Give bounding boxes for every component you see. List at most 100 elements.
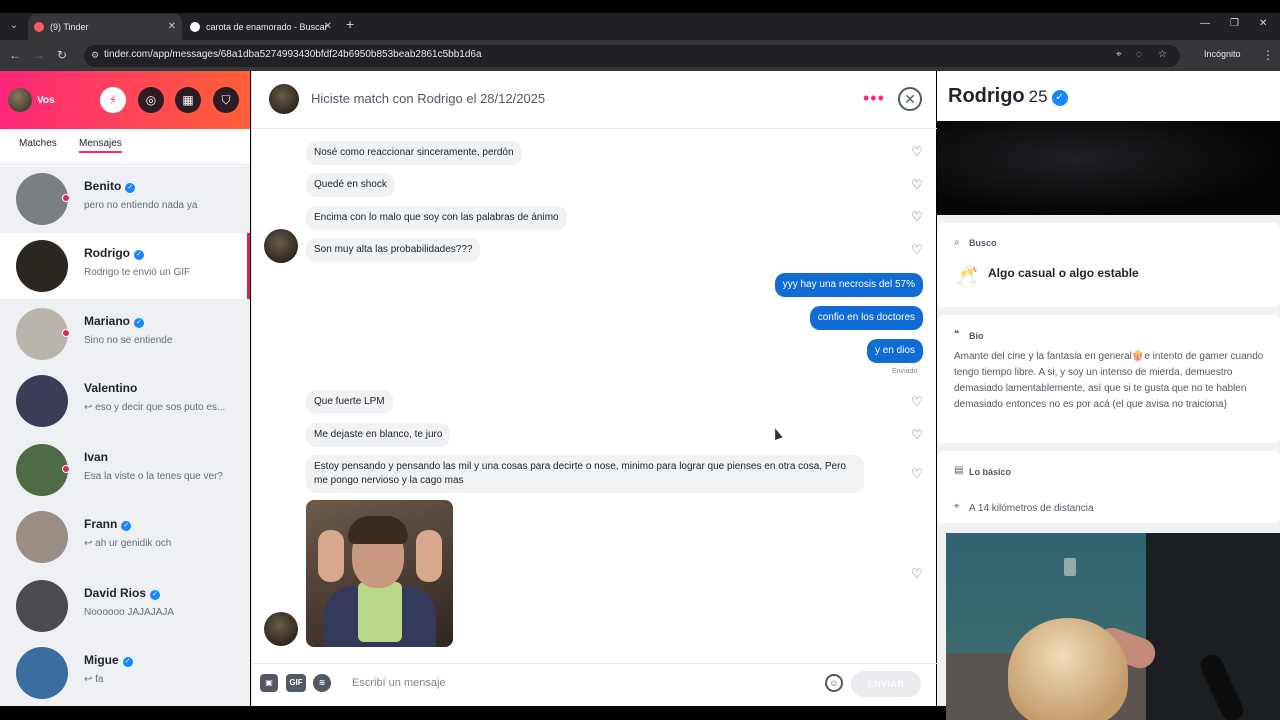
spotify-icon[interactable]: ≋ [313, 674, 331, 692]
conversation-name: Migue ✓ [84, 653, 133, 667]
sender-avatar[interactable] [264, 229, 298, 263]
contact-card-icon[interactable]: ▣ [260, 674, 278, 692]
boost-icon[interactable]: ⚡ [100, 87, 126, 113]
verified-badge-icon: ✓ [1051, 90, 1068, 106]
bio-card: ❝ Bio Amante del cine y la fantasia en g… [937, 315, 1280, 443]
tab-close-icon[interactable]: ✕ [168, 14, 176, 40]
sent-status: Enviado [892, 368, 918, 375]
conversation-item-ivan[interactable]: Ivan Esa la viste o la tenes que ver? [0, 437, 250, 503]
tab-title: carota de enamorado - Buscar [206, 22, 328, 32]
profile-photo[interactable] [937, 121, 1280, 215]
like-message-heart-icon[interactable]: ♡ [910, 428, 924, 442]
conversation-item-valentino[interactable]: Valentino ↩ eso y decir que sos puto es.… [0, 368, 250, 434]
conversation-name: Valentino [84, 381, 138, 395]
new-tab-icon[interactable]: + [346, 16, 354, 32]
tab-matches[interactable]: Matches [19, 138, 57, 149]
distance-text: A 14 kilómetros de distancia [969, 503, 1094, 514]
avatar [16, 580, 68, 632]
restore-icon[interactable]: ❐ [1230, 18, 1239, 29]
message-list: Nosé como reaccionar sinceramente, perdó… [252, 130, 937, 658]
profile-header: Rodrigo 25 ✓ [937, 71, 1280, 121]
safety-shield-icon[interactable]: ⛉ [213, 87, 239, 113]
like-message-heart-icon[interactable]: ♡ [910, 243, 924, 257]
profile-age: 25 [1028, 87, 1048, 106]
browser-tab-search[interactable]: carota de enamorado - Buscar ✕ [184, 14, 338, 40]
gif-button[interactable]: GIF [286, 674, 306, 692]
verified-badge-icon: ✓ [122, 657, 133, 667]
match-avatar[interactable] [269, 84, 299, 114]
my-avatar[interactable] [8, 88, 32, 112]
like-message-heart-icon[interactable]: ♡ [910, 145, 924, 159]
conversation-item-david-rios[interactable]: David Rios ✓ Noooooo JAJAJAJA [0, 573, 250, 639]
gif-figure-hand [318, 530, 344, 582]
conversation-preview: ↩ eso y decir que sos puto es... [84, 402, 226, 413]
message-incoming: Quedé en shock [306, 173, 395, 197]
browser-menu-icon[interactable]: ⋮ [1262, 48, 1274, 62]
message-outgoing: yyy hay una necrosis del 57% [774, 273, 923, 297]
window-close-icon[interactable]: ✕ [1259, 18, 1267, 29]
message-outgoing: confio en los doctores [809, 306, 923, 330]
browser-tab-tinder[interactable]: (9) Tinder ✕ [28, 14, 182, 40]
google-favicon-icon [190, 22, 200, 32]
back-icon[interactable]: ← [9, 48, 21, 62]
sender-avatar[interactable] [264, 612, 298, 646]
conversation-preview: Esa la viste o la tenes que ver? [84, 471, 223, 482]
gif-figure-hand [416, 530, 442, 582]
message-incoming: Son muy alta las probabilidades??? [306, 238, 481, 262]
reload-icon[interactable]: ↻ [57, 48, 67, 62]
tab-title: (9) Tinder [50, 22, 89, 32]
forward-icon[interactable]: → [33, 48, 45, 62]
unread-dot [62, 465, 70, 473]
gift-icon[interactable]: ▦ [175, 87, 201, 113]
like-message-heart-icon[interactable]: ♡ [910, 210, 924, 224]
champagne-icon: 🥂 [955, 265, 979, 285]
message-incoming: Que fuerte LPM [306, 390, 393, 414]
like-message-heart-icon[interactable]: ♡ [910, 395, 924, 409]
looking-for-value: Algo casual o algo estable [988, 266, 1139, 280]
tab-messages[interactable]: Mensajes [79, 138, 122, 153]
conversation-name: Rodrigo ✓ [84, 246, 144, 260]
conversation-item-rodrigo[interactable]: Rodrigo ✓ Rodrigo te envió un GIF [0, 233, 250, 299]
basics-card: ▤ Lo básico ⌖ A 14 kilómetros de distanc… [937, 451, 1280, 523]
site-info-icon[interactable]: ⚙ [88, 48, 102, 62]
like-message-heart-icon[interactable]: ♡ [910, 178, 924, 192]
send-button[interactable]: ENVIAR [851, 671, 921, 697]
close-chat-icon[interactable]: ✕ [898, 87, 922, 111]
message-input[interactable]: Escribí un mensaje [352, 677, 446, 689]
like-message-heart-icon[interactable]: ♡ [910, 567, 924, 581]
conversation-preview: Noooooo JAJAJAJA [84, 607, 175, 618]
url-field[interactable]: ⚙ tinder.com/app/messages/68a1dba5274993… [84, 45, 1180, 67]
avatar [16, 444, 68, 496]
my-profile-label[interactable]: Vos [37, 95, 55, 106]
conversation-item-benito[interactable]: Benito ✓ pero no entiendo nada ya [0, 166, 250, 232]
match-info: Hiciste match con Rodrigo el 28/12/2025 [311, 91, 546, 106]
explore-icon[interactable]: ◎ [138, 87, 164, 113]
like-message-heart-icon[interactable]: ♡ [910, 467, 924, 481]
conversation-item-frann[interactable]: Frann ✓ ↩ ah ur genidik och [0, 504, 250, 570]
incognito-indicator[interactable]: Incógnito [1190, 49, 1241, 59]
conversation-name: Ivan [84, 450, 109, 464]
unread-dot [62, 329, 70, 337]
eye-off-icon[interactable]: ◌ [1136, 49, 1142, 60]
conversation-name: Benito ✓ [84, 179, 136, 193]
tab-close-icon[interactable]: ✕ [324, 14, 332, 40]
message-incoming: Estoy pensando y pensando las mil y una … [306, 455, 864, 493]
bookmark-star-icon[interactable]: ☆ [1158, 49, 1167, 60]
url-text: tinder.com/app/messages/68a1dba527499343… [104, 49, 482, 60]
location-icon[interactable]: ⌖ [1116, 49, 1122, 60]
sidebar: Vos ⚡ ◎ ▦ ⛉ Matches Mensajes Benito ✓ per… [0, 71, 250, 706]
avatar [16, 375, 68, 427]
profile-name: Rodrigo 25 ✓ [948, 85, 1068, 108]
message-composer: ▣ GIF ≋ Escribí un mensaje ☺ ENVIAR [252, 663, 937, 706]
conversation-name: David Rios ✓ [84, 586, 161, 600]
message-incoming: Encima con lo malo que soy con las palab… [306, 206, 567, 230]
minimize-icon[interactable]: — [1200, 18, 1210, 29]
emoji-icon[interactable]: ☺ [825, 674, 843, 692]
gif-message[interactable] [306, 500, 453, 647]
tab-search-icon[interactable]: ⌄ [6, 18, 22, 34]
conversation-item-migue[interactable]: Migue ✓ ↩ fa [0, 640, 250, 706]
more-options-icon[interactable]: ••• [863, 88, 885, 109]
verified-badge-icon: ✓ [150, 590, 161, 600]
conversation-item-mariano[interactable]: Mariano ✓ Sino no se entiende [0, 301, 250, 367]
sidebar-tabs: Matches Mensajes [0, 129, 250, 165]
